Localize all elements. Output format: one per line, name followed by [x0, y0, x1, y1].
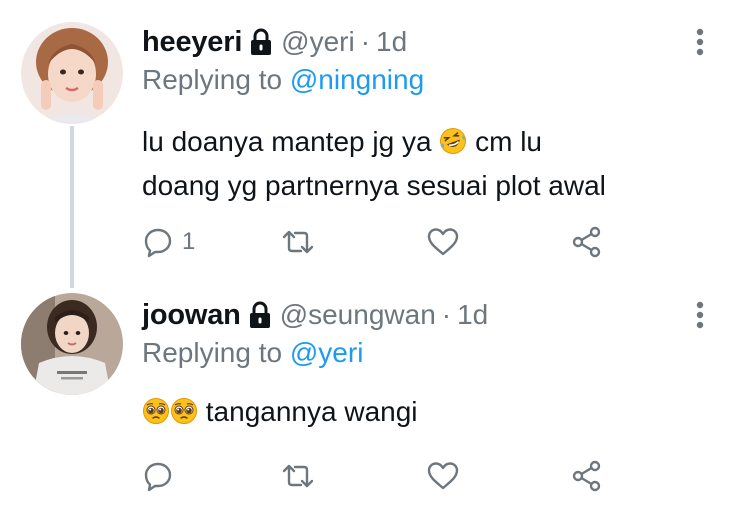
avatar[interactable] — [21, 293, 123, 395]
retweet-button[interactable] — [280, 456, 316, 496]
reply-icon[interactable] — [142, 226, 174, 258]
more-options-icon[interactable] — [692, 24, 708, 60]
lock-icon — [251, 28, 272, 55]
like-button[interactable] — [426, 456, 460, 496]
share-button[interactable] — [570, 456, 604, 496]
pleading-face-emoji — [143, 398, 169, 424]
tweet-text-part: cm lu — [467, 126, 542, 157]
pleading-face-emoji — [171, 398, 197, 424]
tweet-actions — [142, 456, 622, 496]
handle[interactable]: @yeri — [281, 26, 355, 58]
replying-to-label: Replying to — [142, 64, 283, 95]
timestamp[interactable]: 1d — [376, 26, 407, 58]
tweet-header: joowan @seungwan · 1d — [142, 297, 684, 333]
like-icon[interactable] — [426, 460, 460, 492]
tweet[interactable]: heeyeri @yeri · 1d Replying to @ningning… — [0, 0, 744, 280]
share-icon[interactable] — [570, 226, 604, 258]
display-name[interactable]: heeyeri — [142, 26, 242, 59]
tweet-thread: heeyeri @yeri · 1d Replying to @ningning… — [0, 0, 744, 508]
avatar[interactable] — [21, 22, 123, 124]
tweet-text: tangannya wangi — [142, 390, 702, 434]
reply-button[interactable] — [142, 456, 182, 496]
tweet-header: heeyeri @yeri · 1d — [142, 24, 684, 60]
tweet-text-part: lu doanya mantep jg ya — [142, 126, 432, 157]
lock-icon — [249, 301, 270, 328]
separator-dot: · — [441, 299, 452, 330]
share-button[interactable] — [570, 222, 604, 262]
replying-to-label: Replying to — [142, 337, 283, 368]
handle[interactable]: @seungwan — [280, 299, 436, 331]
retweet-button[interactable] — [280, 222, 316, 262]
like-button[interactable] — [426, 222, 460, 262]
reply-button[interactable]: 1 — [142, 222, 195, 262]
tweet-actions: 1 — [142, 222, 622, 262]
reply-count: 1 — [182, 228, 196, 255]
tweet-text-line: doang yg partnernya sesuai plot awal — [142, 170, 606, 201]
tweet[interactable]: joowan @seungwan · 1d Replying to @yeri — [0, 280, 744, 508]
replying-to: Replying to @ningning — [142, 64, 424, 96]
reply-icon[interactable] — [142, 460, 174, 492]
timestamp[interactable]: 1d — [457, 299, 488, 331]
retweet-icon[interactable] — [280, 460, 316, 492]
retweet-icon[interactable] — [280, 226, 316, 258]
like-icon[interactable] — [426, 226, 460, 258]
share-icon[interactable] — [570, 460, 604, 492]
rolling-on-the-floor-laughing-emoji — [440, 128, 467, 154]
replying-to: Replying to @yeri — [142, 337, 363, 369]
more-options-icon[interactable] — [692, 297, 708, 333]
tweet-text: lu doanya mantep jg ya cm lu doang yg pa… — [142, 120, 702, 208]
tweet-text-part: tangannya wangi — [205, 396, 418, 427]
display-name[interactable]: joowan — [142, 299, 241, 332]
mention-link[interactable]: @ningning — [290, 64, 424, 95]
separator-dot: · — [360, 26, 371, 57]
mention-link[interactable]: @yeri — [290, 337, 364, 368]
